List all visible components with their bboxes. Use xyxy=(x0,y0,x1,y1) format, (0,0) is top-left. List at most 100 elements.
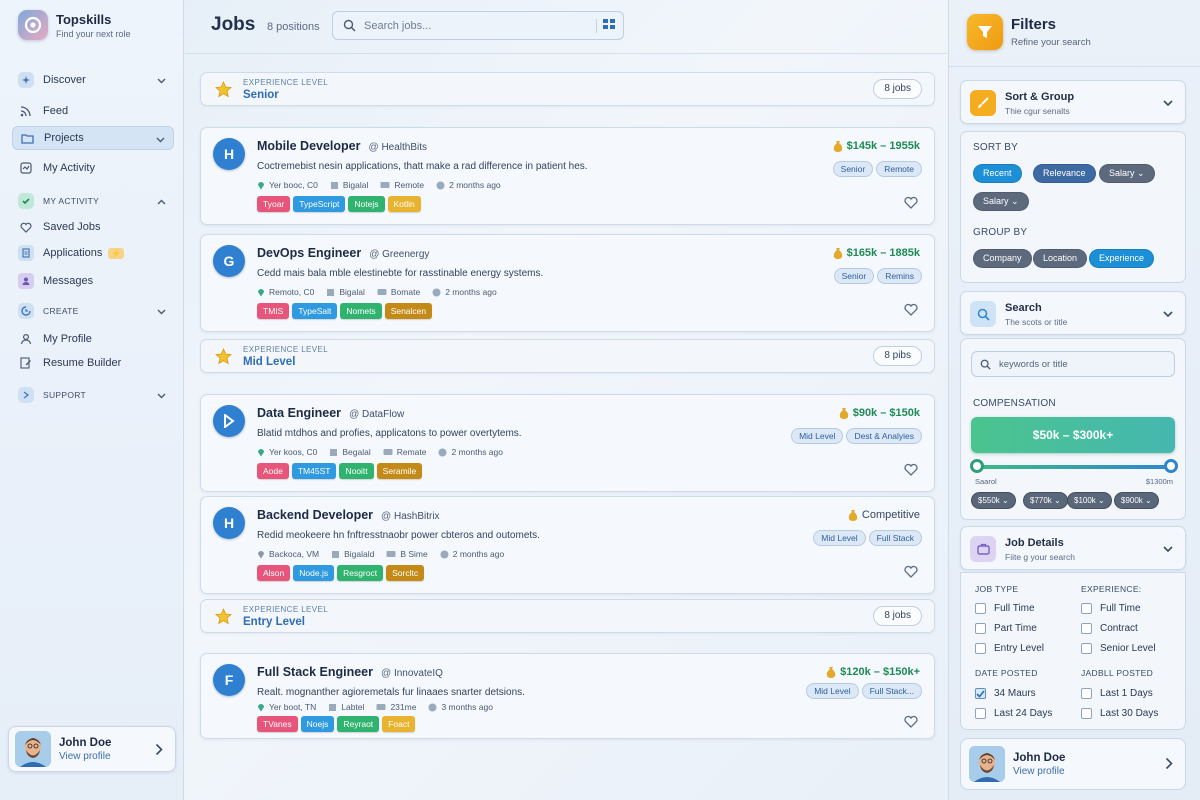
comp-preset-chip[interactable]: $100k ⌄ xyxy=(1067,492,1112,509)
skill-tag[interactable]: Seramile xyxy=(376,463,423,479)
sort-option-relevance[interactable]: Relevance xyxy=(1033,164,1096,183)
comp-preset-chip[interactable]: $900k ⌄ xyxy=(1114,492,1159,509)
skill-tag[interactable]: TVanes xyxy=(257,716,298,732)
sidebar-item-applications[interactable]: Applications ⚡ xyxy=(12,241,174,265)
checkbox-checked[interactable] xyxy=(975,688,986,699)
sort-option-salary[interactable]: Salary ⌄ xyxy=(1099,164,1155,183)
company-logo: F xyxy=(213,664,245,696)
sidebar-group-my-activity[interactable]: MY ACTIVITY xyxy=(12,189,174,213)
checkbox[interactable] xyxy=(1081,643,1092,654)
sidebar-item-saved-jobs[interactable]: Saved Jobs xyxy=(12,215,174,239)
skill-tag[interactable]: Resgroct xyxy=(337,565,384,581)
sort-option-recent[interactable]: Recent xyxy=(973,164,1022,183)
level-header-mid[interactable]: EXPERIENCE LEVEL Mid Level 8 pibs xyxy=(200,339,935,373)
level-header-entry[interactable]: EXPERIENCE LEVEL Entry Level 8 jobs xyxy=(200,599,935,633)
checkbox-date[interactable]: Last 30 Days xyxy=(1081,708,1158,719)
slider-max-handle[interactable] xyxy=(1164,459,1178,473)
job-card[interactable]: H Backend Developer HashBitrix Redid meo… xyxy=(200,496,935,594)
keyword-search-box[interactable] xyxy=(971,351,1175,377)
level-header-senior[interactable]: EXPERIENCE LEVEL Senior 8 jobs xyxy=(200,72,935,106)
view-toggle-icon[interactable] xyxy=(596,19,615,33)
user-profile-card[interactable]: John Doe View profile xyxy=(8,726,176,772)
job-details-section-header[interactable]: Job Details Fiite g your search xyxy=(960,526,1186,570)
checkbox-experience[interactable]: Contract xyxy=(1081,623,1138,634)
skill-tag[interactable]: Notejs xyxy=(348,196,385,212)
heart-icon[interactable] xyxy=(904,196,918,212)
checkbox-experience[interactable]: Full Time xyxy=(1081,603,1141,614)
sidebar-group-support[interactable]: SUPPORT xyxy=(12,383,174,407)
sidebar-item-resume-builder[interactable]: Resume Builder xyxy=(12,351,174,375)
job-title[interactable]: Mobile Developer xyxy=(257,139,361,153)
skill-tag[interactable]: TypeScript xyxy=(293,196,346,212)
job-card[interactable]: F Full Stack Engineer InnovateIQ Realt. … xyxy=(200,653,935,739)
skill-tag[interactable]: Node.js xyxy=(293,565,335,581)
job-title[interactable]: Data Engineer xyxy=(257,406,341,420)
heart-icon[interactable] xyxy=(904,463,918,479)
skill-tag[interactable]: Aode xyxy=(257,463,289,479)
slider-min-handle[interactable] xyxy=(970,459,984,473)
keyword-input[interactable] xyxy=(999,358,1169,370)
checkbox-date[interactable]: 34 Maurs xyxy=(975,688,1036,699)
job-title[interactable]: Backend Developer xyxy=(257,508,373,522)
job-card[interactable]: G DevOps Engineer Greenergy Cedd mais ba… xyxy=(200,234,935,332)
group-option-company[interactable]: Company xyxy=(973,249,1032,268)
job-card[interactable]: Data Engineer DataFlow Blatid mtdhos and… xyxy=(200,394,935,492)
level-name: Entry Level xyxy=(243,616,305,628)
skill-tag[interactable]: TMIS xyxy=(257,303,290,319)
checkbox-date[interactable]: Last 24 Days xyxy=(975,708,1052,719)
checkbox[interactable] xyxy=(975,623,986,634)
checkbox[interactable] xyxy=(975,643,986,654)
comp-preset-chip[interactable]: $550k ⌄ xyxy=(971,492,1016,509)
search-section-header[interactable]: Search The scots or title xyxy=(960,291,1186,335)
checkbox-experience[interactable]: Senior Level xyxy=(1081,643,1156,654)
comp-preset-chip[interactable]: $770k ⌄ xyxy=(1023,492,1068,509)
skill-tag[interactable]: Foact xyxy=(382,716,416,732)
job-search-box[interactable] xyxy=(332,11,624,40)
skill-tag[interactable]: Reyraot xyxy=(337,716,380,732)
skill-tag[interactable]: TypeSalt xyxy=(292,303,338,319)
checkbox[interactable] xyxy=(1081,708,1092,719)
checkbox-job-type[interactable]: Full Time xyxy=(975,603,1035,614)
checkbox[interactable] xyxy=(1081,688,1092,699)
heart-icon[interactable] xyxy=(904,565,918,581)
clock-icon xyxy=(436,181,445,190)
heart-icon[interactable] xyxy=(904,715,918,731)
view-profile-link[interactable]: View profile xyxy=(1013,766,1065,777)
sidebar-item-projects[interactable]: Projects xyxy=(12,126,174,150)
checkbox[interactable] xyxy=(1081,603,1092,614)
sidebar-group-discover[interactable]: Discover xyxy=(12,68,174,92)
sidebar-item-my-activity[interactable]: My Activity xyxy=(12,156,174,180)
group-option-location[interactable]: Location xyxy=(1033,249,1088,268)
checkbox-date[interactable]: Last 1 Days xyxy=(1081,688,1153,699)
skill-tag[interactable]: Sorcltc xyxy=(386,565,425,581)
compensation-slider-track[interactable] xyxy=(977,465,1171,469)
sidebar-item-messages[interactable]: Messages xyxy=(12,269,174,293)
skill-tag[interactable]: Alson xyxy=(257,565,291,581)
skill-tag[interactable]: Senalcen xyxy=(384,303,433,319)
checkbox[interactable] xyxy=(975,708,986,719)
view-profile-link[interactable]: View profile xyxy=(59,751,111,762)
search-input[interactable] xyxy=(364,19,584,32)
checkbox-job-type[interactable]: Entry Level xyxy=(975,643,1044,654)
checkbox[interactable] xyxy=(1081,623,1092,634)
heart-icon[interactable] xyxy=(904,303,918,319)
job-title[interactable]: DevOps Engineer xyxy=(257,246,361,260)
sort-group-section-header[interactable]: Sort & Group Thie cgur senalts xyxy=(960,80,1186,124)
checkbox[interactable] xyxy=(975,603,986,614)
skill-tag[interactable]: Noejs xyxy=(300,716,335,732)
skill-tag[interactable]: Nooitt xyxy=(339,463,374,479)
group-option-experience[interactable]: Experience xyxy=(1089,249,1155,268)
brand[interactable]: Topskills Find your next role xyxy=(18,10,131,40)
skill-tag[interactable]: Tyoar xyxy=(257,196,291,212)
user-profile-card[interactable]: John Doe View profile xyxy=(960,738,1186,790)
skill-tag[interactable]: TM45ST xyxy=(291,463,337,479)
skill-tag[interactable]: Kotlin xyxy=(387,196,421,212)
sidebar-group-create[interactable]: CREATE xyxy=(12,299,174,323)
checkbox-job-type[interactable]: Part Time xyxy=(975,623,1037,634)
sort-option-salary-2[interactable]: Salary ⌄ xyxy=(973,192,1029,211)
job-card[interactable]: H Mobile Developer HealthBits Coctremebi… xyxy=(200,127,935,225)
sidebar-item-feed[interactable]: Feed xyxy=(12,99,174,123)
sidebar-item-my-profile[interactable]: My Profile xyxy=(12,327,174,351)
skill-tag[interactable]: Nomets xyxy=(340,303,382,319)
job-title[interactable]: Full Stack Engineer xyxy=(257,665,373,679)
